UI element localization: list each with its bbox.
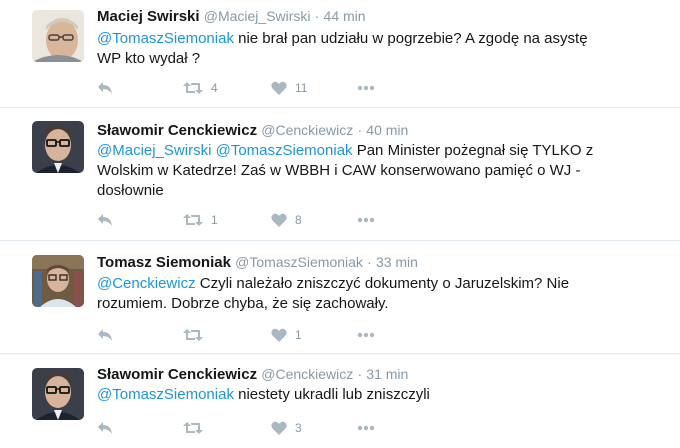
like-button[interactable]: 11 [271, 78, 307, 98]
retweet-count: 4 [211, 81, 218, 95]
author-name[interactable]: Sławomir Cenckiewicz [97, 366, 257, 383]
separator: · [357, 366, 363, 382]
like-count: 11 [295, 81, 308, 95]
tweet-text-line: rozumiem. Dobrze chyba, że się zachowały… [97, 295, 389, 312]
author-name[interactable]: Sławomir Cenckiewicz [97, 122, 257, 139]
mention-link[interactable]: @TomaszSiemoniak [97, 30, 234, 47]
retweet-button[interactable]: 1 [183, 210, 218, 230]
retweet-icon [183, 81, 203, 95]
separator: · [357, 122, 363, 138]
retweet-button[interactable] [183, 325, 211, 345]
more-button[interactable] [357, 78, 375, 98]
retweet-icon [183, 213, 203, 227]
like-button[interactable]: 8 [271, 210, 302, 230]
tweet-header: Sławomir Cenckiewicz @Cenckiewicz · 40 m… [97, 122, 408, 139]
author-name[interactable]: Tomasz Siemoniak [97, 254, 231, 271]
avatar[interactable] [32, 10, 84, 62]
reply-button[interactable] [97, 210, 113, 230]
author-handle[interactable]: @TomaszSiemoniak [235, 254, 363, 270]
timestamp[interactable]: 31 min [366, 366, 408, 382]
mention-link[interactable]: @Maciej_Swirski [97, 142, 211, 159]
heart-icon [271, 213, 287, 227]
like-button[interactable]: 1 [271, 325, 302, 345]
like-count: 3 [295, 421, 302, 435]
reply-button[interactable] [97, 325, 113, 345]
tweet-text-line: Pan Minister pożegnał się TYLKO z [352, 142, 594, 159]
tweet-text-line: WP kto wydał ? [97, 50, 201, 67]
tweet-header: Sławomir Cenckiewicz @Cenckiewicz · 31 m… [97, 366, 408, 383]
retweet-button[interactable]: 4 [183, 78, 218, 98]
timestamp[interactable]: 44 min [324, 8, 366, 24]
tweet-text-line: dosłownie [97, 182, 164, 199]
author-name[interactable]: Maciej Swirski [97, 8, 200, 25]
separator: · [314, 8, 320, 24]
more-icon [357, 332, 375, 338]
more-icon [357, 85, 375, 91]
avatar[interactable] [32, 121, 84, 173]
more-button[interactable] [357, 210, 375, 230]
more-button[interactable] [357, 418, 375, 438]
tweet-header: Maciej Swirski @Maciej_Swirski · 44 min [97, 8, 366, 25]
like-count: 8 [295, 213, 302, 227]
tweet-text-line: nie brał pan udziału w pogrzebie? A zgod… [233, 30, 588, 47]
tweet-timeline: Maciej Swirski @Maciej_Swirski · 44 min … [0, 0, 680, 448]
mention-link[interactable]: @TomaszSiemoniak [97, 386, 234, 403]
retweet-button[interactable] [183, 418, 211, 438]
like-count: 1 [295, 328, 302, 342]
reply-button[interactable] [97, 78, 113, 98]
timestamp[interactable]: 33 min [376, 254, 418, 270]
reply-icon [97, 421, 113, 435]
retweet-icon [183, 421, 203, 435]
heart-icon [271, 328, 287, 342]
author-handle[interactable]: @Maciej_Swirski [204, 8, 311, 24]
separator: · [367, 254, 372, 270]
tweet[interactable]: Sławomir Cenckiewicz @Cenckiewicz · 31 m… [0, 354, 680, 448]
more-icon [357, 217, 375, 223]
reply-icon [97, 213, 113, 227]
timestamp[interactable]: 40 min [366, 122, 408, 138]
more-icon [357, 425, 375, 431]
retweet-icon [183, 328, 203, 342]
author-handle[interactable]: @Cenckiewicz [261, 122, 353, 138]
tweet-text: @Cenckiewicz Czyli należało zniszczyć do… [97, 274, 657, 314]
tweet-text: @TomaszSiemoniak niestety ukradli lub zn… [97, 385, 657, 405]
mention-link[interactable]: @TomaszSiemoniak [216, 142, 353, 159]
heart-icon [271, 81, 287, 95]
avatar[interactable] [32, 368, 84, 420]
mention-link[interactable]: @Cenckiewicz [97, 275, 196, 292]
tweet[interactable]: Tomasz Siemoniak @TomaszSiemoniak · 33 m… [0, 241, 680, 354]
tweet-text-line: Wolskim w Katedrze! Zaś w WBBH i CAW kon… [97, 162, 581, 179]
author-handle[interactable]: @Cenckiewicz [261, 366, 353, 382]
reply-icon [97, 328, 113, 342]
reply-button[interactable] [97, 418, 113, 438]
retweet-count: 1 [211, 213, 218, 227]
avatar[interactable] [32, 255, 84, 307]
heart-icon [271, 421, 287, 435]
tweet-text-line: Czyli należało zniszczyć dokumenty o Jar… [195, 275, 570, 292]
tweet-text-line: niestety ukradli lub zniszczyli [233, 386, 430, 403]
tweet-text: @TomaszSiemoniak nie brał pan udziału w … [97, 29, 657, 69]
like-button[interactable]: 3 [271, 418, 302, 438]
reply-icon [97, 81, 113, 95]
tweet[interactable]: Sławomir Cenckiewicz @Cenckiewicz · 40 m… [0, 108, 680, 241]
tweet-text: @Maciej_Swirski @TomaszSiemoniak Pan Min… [97, 141, 657, 201]
more-button[interactable] [357, 325, 375, 345]
tweet[interactable]: Maciej Swirski @Maciej_Swirski · 44 min … [0, 0, 680, 108]
tweet-header: Tomasz Siemoniak @TomaszSiemoniak · 33 m… [97, 254, 418, 271]
